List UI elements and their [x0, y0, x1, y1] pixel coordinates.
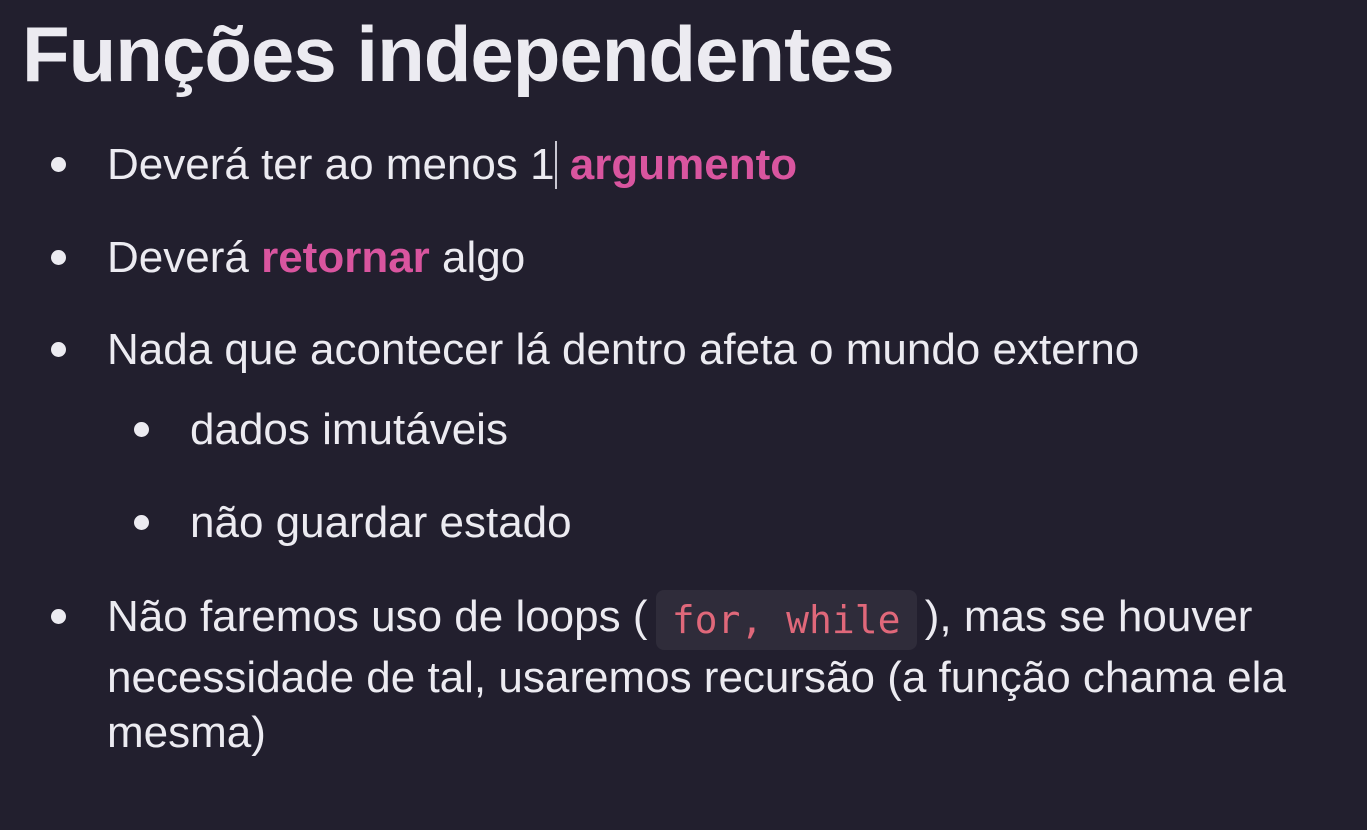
bullet-dot-icon	[51, 342, 66, 357]
sub-bullet-immutable-data: dados imutáveis	[134, 402, 1337, 457]
bullet-text: Não faremos uso de loops (	[107, 592, 648, 641]
text-cursor-icon	[554, 141, 557, 189]
bullet-item-return: Deverá retornar algo	[51, 230, 1337, 285]
bullet-dot-icon	[51, 157, 66, 172]
bullet-text: Deverá ter ao menos 1	[107, 140, 555, 189]
bullet-text: Deverá	[107, 233, 262, 282]
bullet-item-no-loops: Não faremos uso de loops ( for, while ),…	[51, 589, 1337, 760]
highlight-argumento: argumento	[569, 140, 798, 189]
slide-title: Funções independentes	[22, 10, 895, 98]
bullet-dot-icon	[51, 250, 66, 265]
bullet-dot-icon	[51, 609, 66, 624]
highlight-retornar: retornar	[261, 233, 430, 282]
sub-bullet-text: dados imutáveis	[190, 405, 508, 454]
bullet-dot-icon	[134, 422, 149, 437]
bullet-item-arguments: Deverá ter ao menos 1 argumento	[51, 137, 1337, 192]
code-snippet-loops: for, while	[655, 590, 917, 650]
sub-bullet-no-state: não guardar estado	[134, 495, 1337, 550]
sub-bullet-text: não guardar estado	[190, 498, 572, 547]
bullet-item-no-side-effects: Nada que acontecer lá dentro afeta o mun…	[51, 322, 1337, 377]
bullet-dot-icon	[134, 515, 149, 530]
slide: Funções independentes Deverá ter ao meno…	[0, 0, 1367, 830]
bullet-text-after: algo	[429, 233, 526, 282]
bullet-text: Nada que acontecer lá dentro afeta o mun…	[107, 325, 1140, 374]
